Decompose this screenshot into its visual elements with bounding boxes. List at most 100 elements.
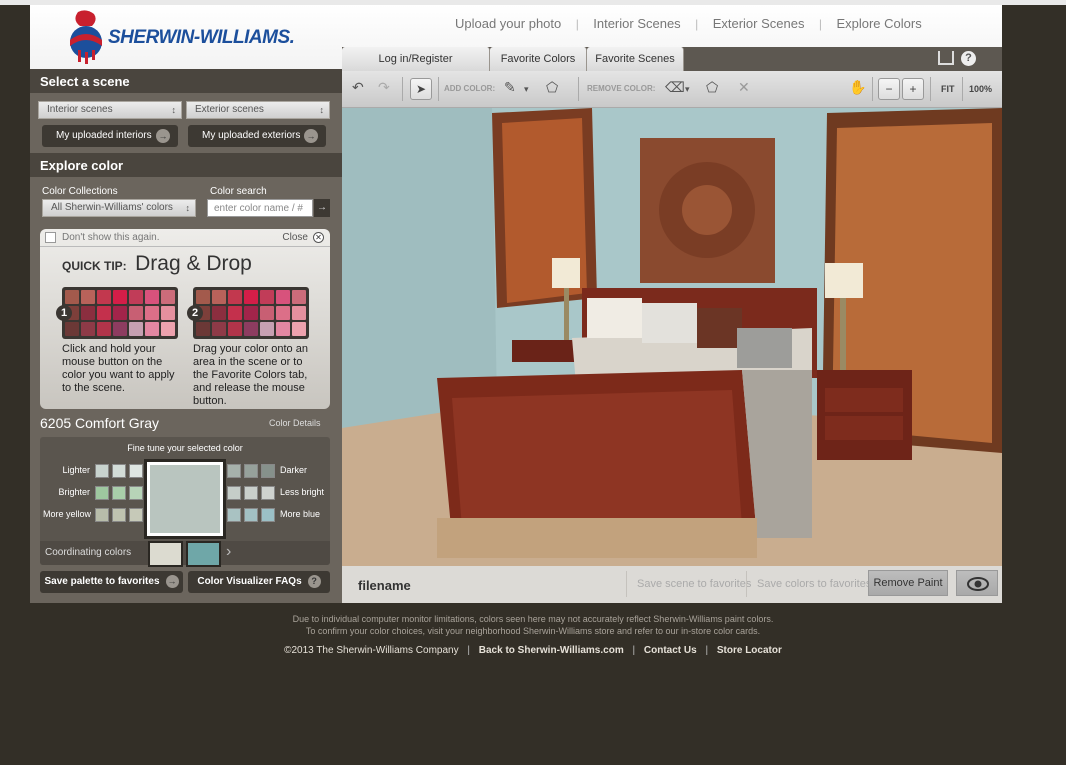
tab-favorite-colors[interactable]: Favorite Colors	[490, 47, 587, 71]
remove-paint-button[interactable]: Remove Paint	[868, 570, 948, 596]
swatch-darker-3[interactable]	[261, 464, 275, 478]
swatch-darker-2[interactable]	[244, 464, 258, 478]
coordinating-swatch-1[interactable]	[148, 541, 183, 567]
save-scene-link[interactable]: Save scene to favorites	[637, 578, 751, 590]
palette-illustration-2	[193, 287, 309, 339]
faqs-button[interactable]: Color Visualizer FAQs?	[188, 571, 330, 593]
color-collections-label: Color Collections	[42, 186, 118, 197]
color-search-input[interactable]: enter color name / #	[207, 199, 313, 217]
swatch-less-bright-2[interactable]	[244, 486, 258, 500]
dont-show-checkbox[interactable]	[45, 232, 56, 243]
color-collections-select[interactable]: All Sherwin-Williams' colors ↕	[42, 199, 196, 217]
swatch-lighter-3[interactable]	[129, 464, 143, 478]
coordinating-swatch-2[interactable]	[186, 541, 221, 567]
darker-label: Darker	[280, 465, 308, 475]
swatch-brighter-3[interactable]	[129, 486, 143, 500]
tab-favorite-scenes[interactable]: Favorite Scenes	[587, 47, 684, 71]
save-palette-button[interactable]: Save palette to favorites →	[40, 571, 183, 593]
chevron-right-icon[interactable]: ›	[226, 543, 231, 561]
tab-bar: Log in/Register Favorite Colors Favorite…	[342, 47, 1002, 71]
close-icon[interactable]: ✕	[313, 232, 324, 243]
undo-icon[interactable]: ↶	[352, 79, 364, 96]
store-locator-link[interactable]: Store Locator	[717, 645, 782, 656]
quick-tip-title: Drag & Drop	[135, 252, 252, 275]
swatch-lighter-1[interactable]	[95, 464, 109, 478]
lighter-label: Lighter	[62, 465, 90, 475]
arrow-right-icon: →	[165, 574, 179, 588]
nav-upload-photo[interactable]: Upload your photo	[455, 16, 561, 31]
my-uploaded-interiors-button[interactable]: My uploaded interiors →	[42, 125, 178, 147]
arrow-right-icon: →	[156, 129, 170, 143]
fit-button[interactable]: FIT	[941, 84, 955, 94]
selected-color-name: 6205 Comfort Gray	[40, 415, 160, 431]
disclaimer-line-1: Due to individual computer monitor limit…	[292, 614, 774, 624]
select-arrow-icon: ↕	[319, 105, 325, 115]
interior-scenes-select[interactable]: Interior scenes ↕	[38, 101, 182, 119]
tab-login-register[interactable]: Log in/Register	[342, 47, 490, 71]
zoom-level: 100%	[969, 84, 993, 94]
back-to-sw-link[interactable]: Back to Sherwin-Williams.com	[479, 645, 624, 656]
remove-color-label: REMOVE COLOR:	[587, 84, 656, 93]
coordinating-colors-label: Coordinating colors	[45, 547, 132, 558]
clear-x-icon[interactable]: ✕	[738, 79, 750, 96]
color-visualizer-app: SHERWIN-WILLIAMS. Upload your photo | In…	[30, 5, 1002, 603]
zoom-out-icon[interactable]: −	[878, 78, 900, 100]
chevron-down-icon[interactable]: ▾	[685, 84, 690, 95]
brand-logo-icon	[70, 10, 102, 64]
brand-name: SHERWIN-WILLIAMS.	[108, 27, 295, 48]
scene-toolbar: ↶ ↷ ➤ ADD COLOR: ✎ ▾ ⬠ REMOVE COLOR: ⌫ ▾…	[342, 71, 1002, 108]
select-scene-heading: Select a scene	[30, 69, 342, 93]
zoom-in-icon[interactable]: +	[902, 78, 924, 100]
nav-interior-scenes[interactable]: Interior Scenes	[593, 16, 680, 31]
color-search-label: Color search	[210, 186, 267, 197]
swatch-yellow-3[interactable]	[129, 508, 143, 522]
swatch-brighter-1[interactable]	[95, 486, 109, 500]
scene-area: ↶ ↷ ➤ ADD COLOR: ✎ ▾ ⬠ REMOVE COLOR: ⌫ ▾…	[342, 71, 1002, 603]
scene-photo[interactable]	[342, 108, 1002, 566]
left-panel: Select a scene Interior scenes ↕ Exterior…	[30, 69, 342, 603]
polygon-add-icon[interactable]: ⬠	[546, 79, 558, 96]
palette-illustration-1	[62, 287, 178, 339]
eraser-icon[interactable]: ⌫	[665, 79, 685, 96]
eye-icon[interactable]	[956, 570, 998, 596]
quick-tip-card: Don't show this again. Close ✕ QUICK TIP…	[40, 229, 330, 409]
select-arrow-icon: ↕	[185, 203, 191, 213]
swatch-blue-3[interactable]	[261, 508, 275, 522]
my-uploaded-exteriors-button[interactable]: My uploaded exteriors →	[188, 125, 326, 147]
redo-icon[interactable]: ↷	[378, 79, 390, 96]
dont-show-label: Don't show this again.	[62, 232, 160, 243]
step-1-badge: 1	[56, 305, 72, 321]
more-yellow-label: More yellow	[43, 509, 92, 519]
share-icon[interactable]	[938, 51, 954, 65]
scene-filename: filename	[358, 578, 411, 593]
swatch-yellow-1[interactable]	[95, 508, 109, 522]
contact-us-link[interactable]: Contact Us	[644, 645, 697, 656]
nav-exterior-scenes[interactable]: Exterior Scenes	[713, 16, 805, 31]
polygon-remove-icon[interactable]: ⬠	[706, 79, 718, 96]
color-search-go-button[interactable]: →	[314, 199, 330, 217]
swatch-brighter-2[interactable]	[112, 486, 126, 500]
save-colors-link[interactable]: Save colors to favorites	[757, 578, 871, 590]
disclaimer-line-2: To confirm your color choices, visit you…	[305, 626, 761, 636]
exterior-scenes-select[interactable]: Exterior scenes ↕	[186, 101, 330, 119]
quick-tip-label: QUICK TIP:	[62, 259, 127, 273]
swatch-less-bright-1[interactable]	[227, 486, 241, 500]
selected-color-swatch[interactable]	[144, 459, 226, 539]
nav-explore-colors[interactable]: Explore Colors	[836, 16, 921, 31]
swatch-yellow-2[interactable]	[112, 508, 126, 522]
select-pointer-button[interactable]: ➤	[410, 78, 432, 100]
color-details-link[interactable]: Color Details	[269, 418, 321, 428]
swatch-blue-2[interactable]	[244, 508, 258, 522]
coordinating-colors-row: Coordinating colors ›	[40, 541, 330, 567]
add-color-label: ADD COLOR:	[444, 84, 496, 93]
swatch-darker-1[interactable]	[227, 464, 241, 478]
pan-hand-icon[interactable]: ✋	[849, 79, 866, 96]
chevron-down-icon[interactable]: ▾	[524, 84, 529, 95]
paint-brush-icon[interactable]: ✎	[504, 79, 516, 96]
close-link[interactable]: Close	[282, 232, 308, 243]
swatch-less-bright-3[interactable]	[261, 486, 275, 500]
swatch-lighter-2[interactable]	[112, 464, 126, 478]
help-icon[interactable]: ?	[961, 51, 976, 66]
swatch-blue-1[interactable]	[227, 508, 241, 522]
bedroom-scene-image	[342, 108, 1002, 566]
